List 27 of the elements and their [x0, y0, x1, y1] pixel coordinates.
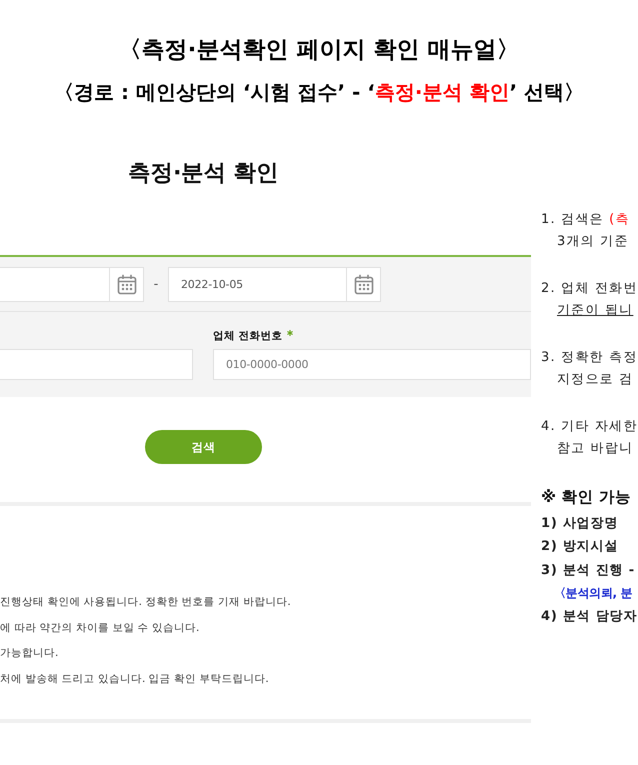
date-separator: - — [152, 276, 160, 292]
calendar-button[interactable] — [346, 267, 381, 302]
guide-step-text: 3. 정확한 측정 지정으로 검 — [541, 349, 638, 389]
calendar-button[interactable] — [109, 267, 144, 302]
guide-item: 2) 방지시설 — [541, 538, 618, 556]
page-title: 〈측정·분석확인 페이지 확인 매뉴얼〉 — [118, 36, 520, 65]
page-heading: 측정·분석 확인 — [128, 159, 278, 188]
path-subtitle: 〈경로 : 메인상단의 ‘시험 접수’ - ‘측정·분석 확인’ 선택〉 — [54, 79, 584, 106]
calendar-icon — [354, 274, 374, 295]
guide-step-text: 1. 검색은 (측 3개의 기준 — [541, 211, 630, 251]
end-date-input[interactable]: 2022-10-05 — [168, 267, 347, 302]
text-input[interactable] — [0, 349, 193, 380]
guide-step-text: 4. 기타 자세한 참고 바랍니 — [541, 418, 638, 458]
guide-heading: ※ 확인 가능 — [541, 487, 631, 508]
field-label: 업체 전화번호 — [213, 329, 283, 343]
guide-note: 〈분석의뢰, 분 — [553, 584, 632, 602]
note-text: 에 따라 약간의 차이를 보일 수 있습니다. — [0, 620, 200, 636]
calendar-icon — [116, 274, 136, 295]
note-text: 처에 발송해 드리고 있습니다. 입금 확인 부탁드립니다. — [0, 672, 269, 686]
guide-step-text: 2. 업체 전화번 기준이 됩니 — [541, 280, 638, 320]
phone-input[interactable]: 010-0000-0000 — [213, 349, 531, 380]
start-date-input[interactable] — [0, 267, 110, 302]
note-text: 가능합니다. — [0, 646, 58, 661]
guide-item: 4) 분석 담당자 — [541, 608, 638, 626]
guide-item: 1) 사업장명 — [541, 515, 618, 533]
note-text: 진행상태 확인에 사용됩니다. 정확한 번호를 기재 바랍니다. — [0, 595, 291, 610]
guide-item: 3) 분석 진행 - — [541, 562, 635, 580]
